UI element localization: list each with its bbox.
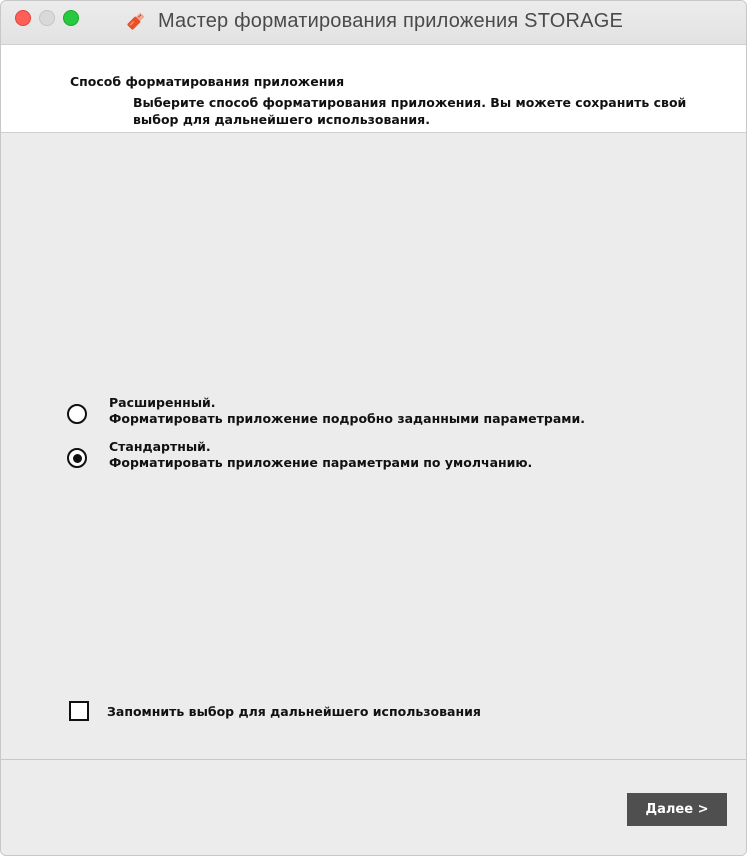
- standard-option-description: Форматировать приложение параметрами по …: [109, 455, 533, 470]
- window-title: Мастер форматирования приложения STORAGE: [157, 9, 624, 32]
- option-advanced[interactable]: Расширенный. Форматировать приложение по…: [67, 395, 585, 427]
- remember-choice-label: Запомнить выбор для дальнейшего использо…: [107, 703, 481, 719]
- window-title-group: Мастер форматирования приложения STORAGE: [1, 1, 746, 41]
- advanced-option-label: Расширенный.: [109, 395, 216, 410]
- wizard-content: Расширенный. Форматировать приложение по…: [1, 133, 746, 759]
- wizard-window: Мастер форматирования приложения STORAGE…: [0, 0, 747, 856]
- standard-option-text: Стандартный. Форматировать приложение па…: [109, 439, 532, 471]
- standard-option-label: Стандартный.: [109, 439, 211, 454]
- remember-choice-checkbox[interactable]: [69, 701, 89, 721]
- standard-radio[interactable]: [67, 448, 87, 468]
- advanced-radio[interactable]: [67, 404, 87, 424]
- advanced-option-description: Форматировать приложение подробно заданн…: [109, 411, 585, 426]
- advanced-option-text: Расширенный. Форматировать приложение по…: [109, 395, 585, 427]
- next-button[interactable]: Далее >: [627, 793, 727, 826]
- wizard-header: Способ форматирования приложения Выберит…: [1, 45, 746, 133]
- step-title: Способ форматирования приложения: [70, 74, 345, 89]
- title-bar[interactable]: Мастер форматирования приложения STORAGE: [1, 1, 746, 45]
- remember-choice-row[interactable]: Запомнить выбор для дальнейшего использо…: [69, 701, 481, 721]
- wizard-footer: Далее >: [1, 760, 746, 855]
- step-description: Выберите способ форматирования приложени…: [133, 95, 687, 127]
- usb-key-icon: [124, 9, 148, 33]
- option-standard[interactable]: Стандартный. Форматировать приложение па…: [67, 439, 532, 471]
